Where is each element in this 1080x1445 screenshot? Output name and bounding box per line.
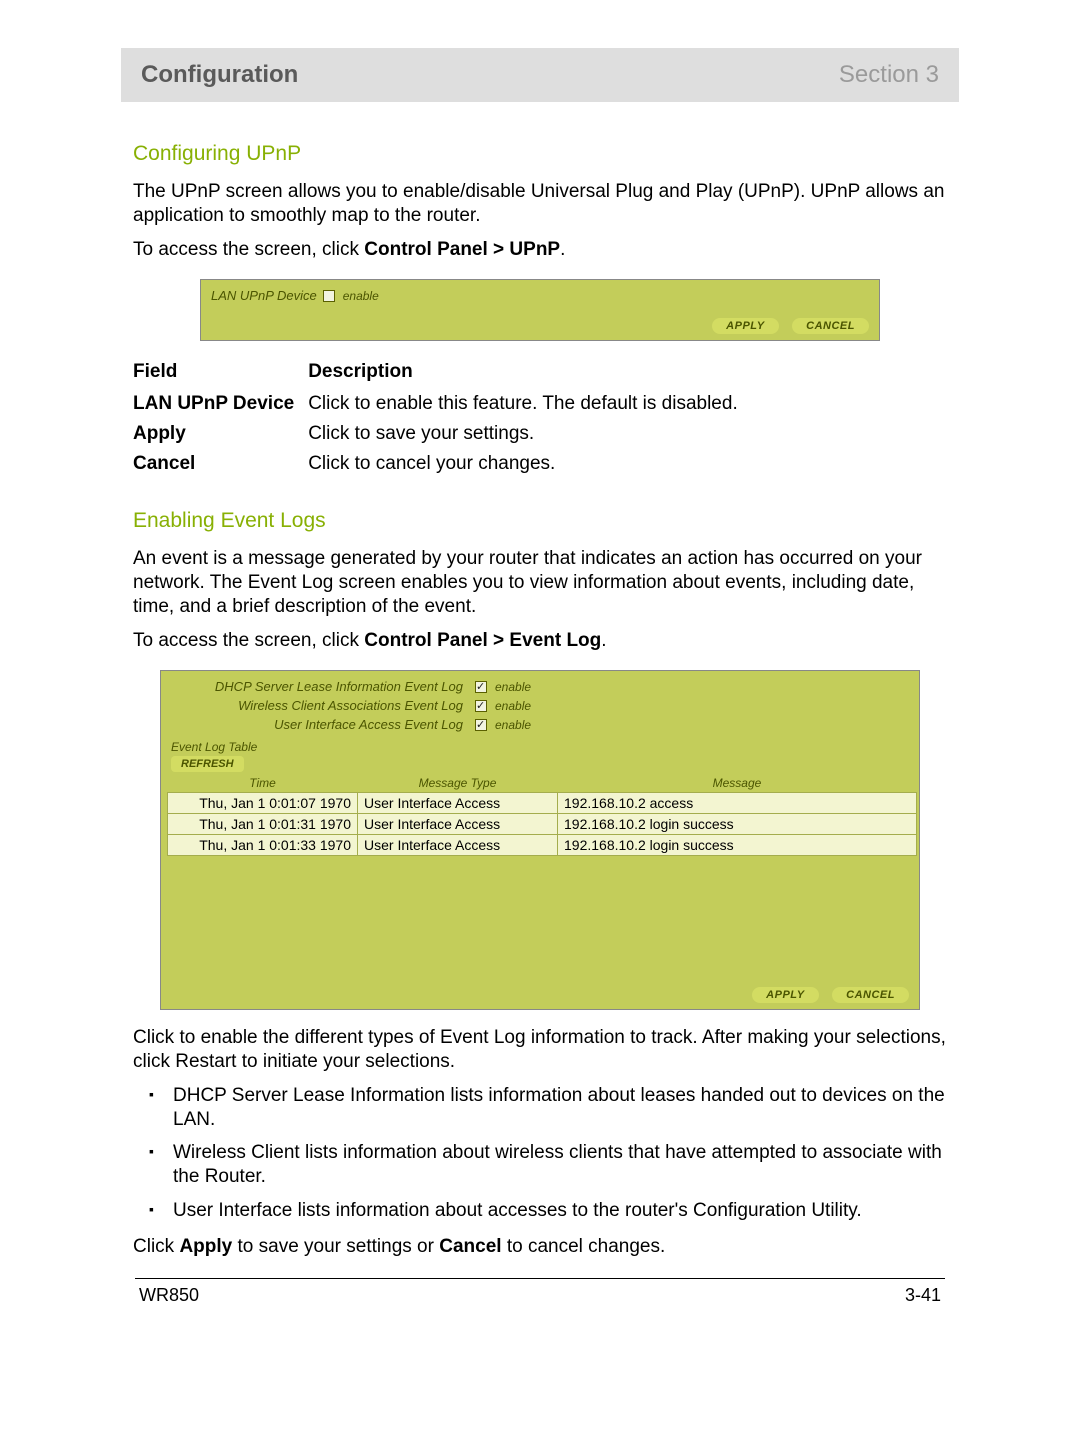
table-row: Apply Click to save your settings. xyxy=(133,419,738,449)
upnp-panel: LAN UPnP Device enable APPLY CANCEL xyxy=(200,279,880,341)
upnp-intro: The UPnP screen allows you to enable/dis… xyxy=(133,180,947,228)
list-item: Wireless Client lists information about … xyxy=(173,1141,947,1189)
lan-upnp-enable-text: enable xyxy=(343,289,379,303)
list-item: User Interface lists information about a… xyxy=(173,1199,947,1223)
col-time: Time xyxy=(168,774,358,793)
dhcp-eventlog-label: DHCP Server Lease Information Event Log xyxy=(171,679,469,694)
eventlog-table-caption: Event Log Table xyxy=(165,736,919,754)
table-row: Thu, Jan 1 0:01:31 1970 User Interface A… xyxy=(168,814,917,835)
col-type: Message Type xyxy=(358,774,558,793)
section-label: Section 3 xyxy=(839,61,939,89)
field-header: Field xyxy=(133,357,308,389)
apply-button[interactable]: APPLY xyxy=(752,987,818,1003)
upnp-field-table: Field Description LAN UPnP Device Click … xyxy=(133,357,738,479)
dhcp-eventlog-checkbox[interactable] xyxy=(475,681,487,693)
table-row: Cancel Click to cancel your changes. xyxy=(133,449,738,479)
eventlog-after: Click to enable the different types of E… xyxy=(133,1026,947,1074)
page-footer: WR850 3-41 xyxy=(135,1283,945,1306)
eventlog-bullets: DHCP Server Lease Information lists info… xyxy=(173,1084,947,1223)
col-msg: Message xyxy=(558,774,917,793)
footer-model: WR850 xyxy=(139,1285,199,1306)
table-row: LAN UPnP Device Click to enable this fea… xyxy=(133,389,738,419)
eventlog-intro: An event is a message generated by your … xyxy=(133,547,947,618)
cancel-button[interactable]: CANCEL xyxy=(832,987,909,1003)
page-title: Configuration xyxy=(141,61,298,89)
list-item: DHCP Server Lease Information lists info… xyxy=(173,1084,947,1132)
eventlog-access: To access the screen, click Control Pane… xyxy=(133,629,947,653)
upnp-heading: Configuring UPnP xyxy=(133,142,947,166)
table-row: Thu, Jan 1 0:01:07 1970 User Interface A… xyxy=(168,793,917,814)
eventlog-heading: Enabling Event Logs xyxy=(133,509,947,533)
eventlog-table: Time Message Type Message Thu, Jan 1 0:0… xyxy=(167,774,917,856)
ui-access-eventlog-label: User Interface Access Event Log xyxy=(171,717,469,732)
apply-button[interactable]: APPLY xyxy=(712,318,778,334)
description-header: Description xyxy=(308,357,738,389)
upnp-access: To access the screen, click Control Pane… xyxy=(133,238,947,262)
cancel-button[interactable]: CANCEL xyxy=(792,318,869,334)
eventlog-closing: Click Apply to save your settings or Can… xyxy=(133,1235,947,1259)
ui-access-eventlog-checkbox[interactable] xyxy=(475,719,487,731)
lan-upnp-label: LAN UPnP Device xyxy=(211,288,317,303)
eventlog-panel: DHCP Server Lease Information Event Log … xyxy=(160,670,920,1010)
table-row: Thu, Jan 1 0:01:33 1970 User Interface A… xyxy=(168,835,917,856)
header-band: Configuration Section 3 xyxy=(121,48,959,102)
lan-upnp-checkbox[interactable] xyxy=(323,290,335,302)
footer-page: 3-41 xyxy=(905,1285,941,1306)
refresh-button[interactable]: REFRESH xyxy=(171,756,244,772)
wireless-eventlog-label: Wireless Client Associations Event Log xyxy=(171,698,469,713)
wireless-eventlog-checkbox[interactable] xyxy=(475,700,487,712)
